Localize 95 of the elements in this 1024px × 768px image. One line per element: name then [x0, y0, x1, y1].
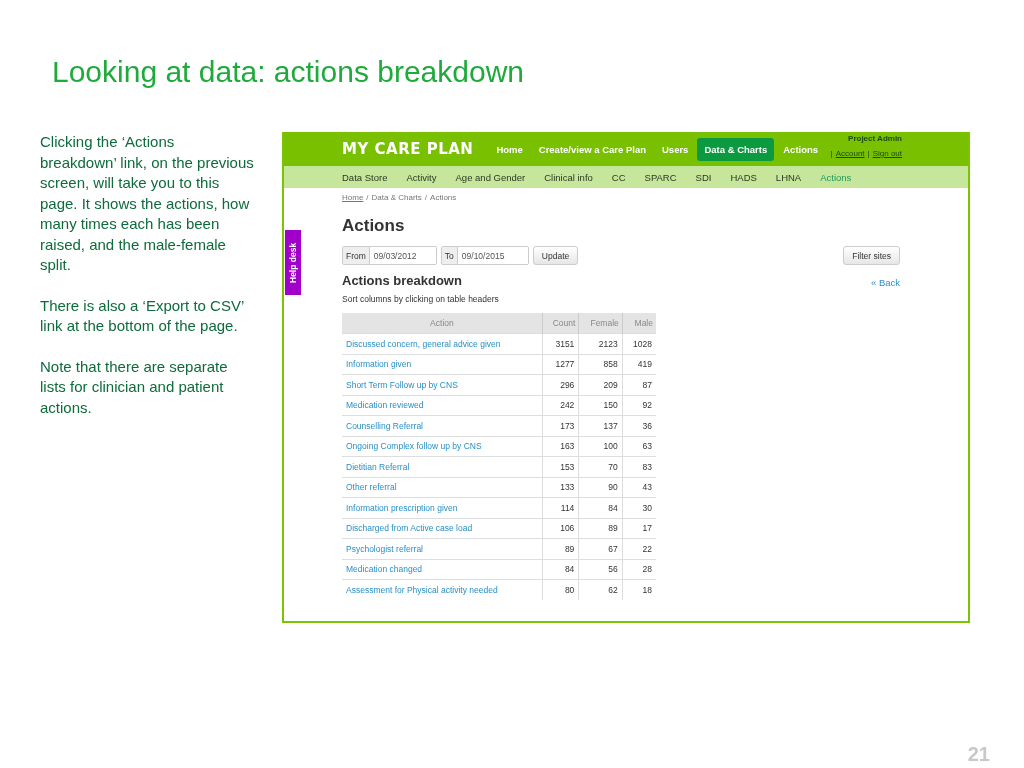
action-link[interactable]: Information prescription given [342, 497, 543, 518]
column-header[interactable]: Male [622, 313, 656, 334]
separator-text: / [424, 193, 428, 202]
action-link[interactable]: Discussed concern, general advice given [342, 333, 543, 354]
user-link[interactable]: Sign out [872, 149, 902, 158]
table-cell: 92 [622, 395, 656, 416]
action-link[interactable]: Discharged from Active case load [342, 518, 543, 539]
table-cell: 80 [542, 579, 579, 600]
table-cell: 83 [622, 456, 656, 477]
logo: MY CARE PLAN [342, 140, 474, 158]
table-cell: 100 [578, 436, 623, 457]
table-cell: 89 [578, 518, 623, 539]
action-link[interactable]: Information given [342, 354, 543, 375]
nav-tab[interactable]: Home [489, 137, 530, 161]
table-cell: 84 [542, 559, 579, 580]
table-cell: 17 [622, 518, 656, 539]
table-cell: 858 [578, 354, 623, 375]
table-cell: 3151 [542, 333, 579, 354]
action-link[interactable]: Ongoing Complex follow up by CNS [342, 436, 543, 457]
action-link[interactable]: Assessment for Physical activity needed [342, 579, 543, 600]
table-cell: 70 [578, 456, 623, 477]
slide-paragraph: Note that there are separate lists for clinician and patient actions. [40, 356, 229, 418]
action-link[interactable]: Medication changed [342, 559, 543, 580]
table-cell: 173 [542, 415, 579, 436]
table-cell: 209 [578, 374, 623, 395]
action-link[interactable]: Short Term Follow up by CNS [342, 374, 543, 395]
back-link[interactable]: « Back [870, 277, 900, 288]
action-link[interactable]: Dietitian Referral [342, 456, 543, 477]
table-cell: 419 [622, 354, 656, 375]
sub-nav-link[interactable]: SDI [695, 171, 712, 183]
nav-tab[interactable]: Actions [776, 137, 826, 161]
action-link[interactable]: Counselling Referral [342, 415, 543, 436]
table-cell: 22 [622, 538, 656, 559]
to-date-field[interactable]: To 09/10/2015 [440, 246, 529, 265]
sub-nav-link[interactable]: CC [611, 171, 626, 183]
table-cell: 28 [622, 559, 656, 580]
table-cell: 87 [622, 374, 656, 395]
filter-sites-button[interactable]: Filter sites [843, 246, 900, 265]
separator-text: | [830, 149, 833, 158]
table-cell: 106 [542, 518, 579, 539]
column-header[interactable]: Action [342, 313, 543, 334]
section-heading: Actions breakdown [342, 273, 462, 288]
sub-nav-link[interactable]: LHNA [775, 171, 802, 183]
sub-nav-link[interactable]: Actions [820, 171, 852, 183]
help-desk-tab[interactable]: Help desk [285, 230, 301, 295]
action-link[interactable]: Medication reviewed [342, 395, 543, 416]
column-header[interactable]: Count [542, 313, 579, 334]
sub-nav-link[interactable]: Clinical info [544, 171, 593, 183]
table-cell: 163 [542, 436, 579, 457]
nav-tab[interactable]: Create/view a Care Plan [531, 137, 653, 161]
breadcrumb-link[interactable]: Home [342, 193, 364, 202]
table-cell: 84 [578, 497, 623, 518]
sub-nav-link[interactable]: SPARC [644, 171, 677, 183]
page-heading: Actions [342, 216, 406, 236]
sub-nav-link[interactable]: Data Store [342, 171, 388, 183]
nav-tab[interactable]: Users [655, 137, 696, 161]
slide-paragraph: Clicking the ‘Actions breakdown’ link, on the previous screen, will take you to this page. It shows the actions, how many times each has been raised, and the male-female split. [40, 132, 254, 275]
table-cell: 296 [542, 374, 579, 395]
user-name: Project Admin [848, 134, 902, 143]
update-button[interactable]: Update [532, 246, 579, 265]
table-cell: 18 [622, 579, 656, 600]
separator-text: / [366, 193, 369, 202]
column-header[interactable]: Female [578, 313, 623, 334]
table-cell: 62 [578, 579, 623, 600]
table-cell: 89 [542, 538, 579, 559]
table-cell: 242 [542, 395, 579, 416]
table-cell: 56 [578, 559, 623, 580]
user-link[interactable]: Account [835, 149, 865, 158]
action-link[interactable]: Other referral [342, 477, 543, 498]
sub-nav-link[interactable]: HADS [730, 171, 757, 183]
slide-title: Looking at data: actions breakdown [52, 54, 525, 90]
sub-nav-link[interactable]: Age and Gender [455, 171, 526, 183]
table-cell: 2123 [578, 333, 623, 354]
table-cell: 30 [622, 497, 656, 518]
table-cell: 137 [578, 415, 623, 436]
from-date-field[interactable]: From 09/03/2012 [342, 246, 437, 265]
table-cell: 1028 [622, 333, 656, 354]
breadcrumb-link[interactable]: Data & Charts [371, 193, 422, 202]
hint-text: Sort columns by clicking on table headers [342, 294, 500, 304]
table-cell: 153 [542, 456, 579, 477]
table-cell: 67 [578, 538, 623, 559]
table-cell: 43 [622, 477, 656, 498]
breadcrumb-link[interactable]: Actions [430, 193, 457, 202]
nav-tab[interactable]: Data & Charts [697, 137, 775, 161]
table-cell: 63 [622, 436, 656, 457]
table-cell: 114 [542, 497, 579, 518]
sub-nav-link[interactable]: Activity [406, 171, 437, 183]
slide-paragraph: There is also a ‘Export to CSV’ link at the bottom of the page. [40, 295, 245, 336]
table-cell: 36 [622, 415, 656, 436]
table-cell: 1277 [542, 354, 579, 375]
table-cell: 133 [542, 477, 579, 498]
separator-text: | [867, 149, 870, 158]
table-cell: 150 [578, 395, 623, 416]
table-cell: 90 [578, 477, 623, 498]
action-link[interactable]: Psychologist referral [342, 538, 543, 559]
